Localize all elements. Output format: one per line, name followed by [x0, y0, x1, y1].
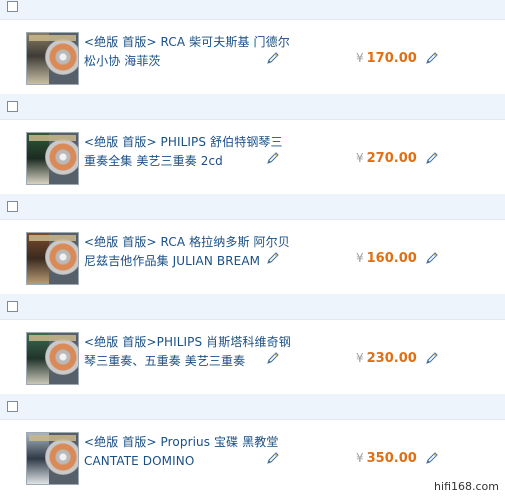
item-checkbox[interactable] — [7, 401, 18, 412]
item-price: ¥230.00 — [356, 351, 417, 366]
item-select-row — [0, 94, 505, 120]
edit-pencil-icon[interactable] — [425, 451, 439, 465]
item-title-line: 松小协 海菲茨 — [84, 54, 161, 68]
site-watermark: hifi168.com — [434, 480, 499, 493]
edit-pencil-icon[interactable] — [425, 51, 439, 65]
list-item: <绝版 首版> PHILIPS 舒伯特钢琴三 重奏全集 美艺三重奏 2cd ¥2… — [0, 120, 505, 194]
item-select-row — [0, 0, 505, 20]
edit-pencil-icon[interactable] — [266, 151, 280, 165]
item-checkbox[interactable] — [7, 301, 18, 312]
item-title-line: <绝版 首版> PHILIPS 舒伯特钢琴三 — [84, 135, 283, 149]
item-title-link[interactable]: <绝版 首版> RCA 柴可夫斯基 门德尔 松小协 海菲茨 — [84, 33, 294, 71]
edit-pencil-icon[interactable] — [266, 351, 280, 365]
album-cover-thumbnail[interactable] — [26, 432, 79, 485]
item-title-line: CANTATE DOMINO — [84, 454, 195, 468]
album-cover-thumbnail[interactable] — [26, 32, 79, 85]
edit-pencil-icon[interactable] — [425, 351, 439, 365]
item-title-line: <绝版 首版>PHILIPS 肖斯塔科维奇钢 — [84, 335, 291, 349]
item-title-link[interactable]: <绝版 首版> RCA 格拉纳多斯 阿尔贝 尼兹吉他作品集 JULIAN BRE… — [84, 233, 294, 271]
item-checkbox[interactable] — [7, 1, 18, 12]
item-title-link[interactable]: <绝版 首版> PHILIPS 舒伯特钢琴三 重奏全集 美艺三重奏 2cd — [84, 133, 294, 171]
item-price: ¥170.00 — [356, 51, 417, 66]
edit-pencil-icon[interactable] — [266, 451, 280, 465]
item-title-line: 重奏全集 美艺三重奏 2cd — [84, 154, 223, 168]
item-title-line: 琴三重奏、五重奏 美艺三重奏 — [84, 354, 246, 368]
edit-pencil-icon[interactable] — [425, 251, 439, 265]
item-title-line: <绝版 首版> RCA 格拉纳多斯 阿尔贝 — [84, 235, 290, 249]
item-select-row — [0, 294, 505, 320]
item-price: ¥350.00 — [356, 451, 417, 466]
item-select-row — [0, 394, 505, 420]
item-select-row — [0, 194, 505, 220]
list-item: <绝版 首版>PHILIPS 肖斯塔科维奇钢 琴三重奏、五重奏 美艺三重奏 ¥2… — [0, 320, 505, 394]
album-cover-thumbnail[interactable] — [26, 132, 79, 185]
edit-pencil-icon[interactable] — [425, 151, 439, 165]
item-title-link[interactable]: <绝版 首版>PHILIPS 肖斯塔科维奇钢 琴三重奏、五重奏 美艺三重奏 — [84, 333, 294, 371]
item-price: ¥160.00 — [356, 251, 417, 266]
list-item: <绝版 首版> RCA 格拉纳多斯 阿尔贝 尼兹吉他作品集 JULIAN BRE… — [0, 220, 505, 294]
item-checkbox[interactable] — [7, 101, 18, 112]
edit-pencil-icon[interactable] — [266, 51, 280, 65]
album-cover-thumbnail[interactable] — [26, 232, 79, 285]
product-list: <绝版 首版> RCA 柴可夫斯基 门德尔 松小协 海菲茨 ¥170.00 <绝… — [0, 0, 505, 497]
item-title-line: <绝版 首版> RCA 柴可夫斯基 门德尔 — [84, 35, 290, 49]
list-item: <绝版 首版> RCA 柴可夫斯基 门德尔 松小协 海菲茨 ¥170.00 — [0, 20, 505, 94]
item-title-link[interactable]: <绝版 首版> Proprius 宝碟 黑教堂 CANTATE DOMINO — [84, 433, 294, 471]
item-title-line: <绝版 首版> Proprius 宝碟 黑教堂 — [84, 435, 279, 449]
item-price: ¥270.00 — [356, 151, 417, 166]
album-cover-thumbnail[interactable] — [26, 332, 79, 385]
list-item: <绝版 首版> Proprius 宝碟 黑教堂 CANTATE DOMINO ¥… — [0, 420, 505, 494]
item-title-line: 尼兹吉他作品集 JULIAN BREAM — [84, 254, 261, 268]
edit-pencil-icon[interactable] — [266, 251, 280, 265]
item-checkbox[interactable] — [7, 201, 18, 212]
